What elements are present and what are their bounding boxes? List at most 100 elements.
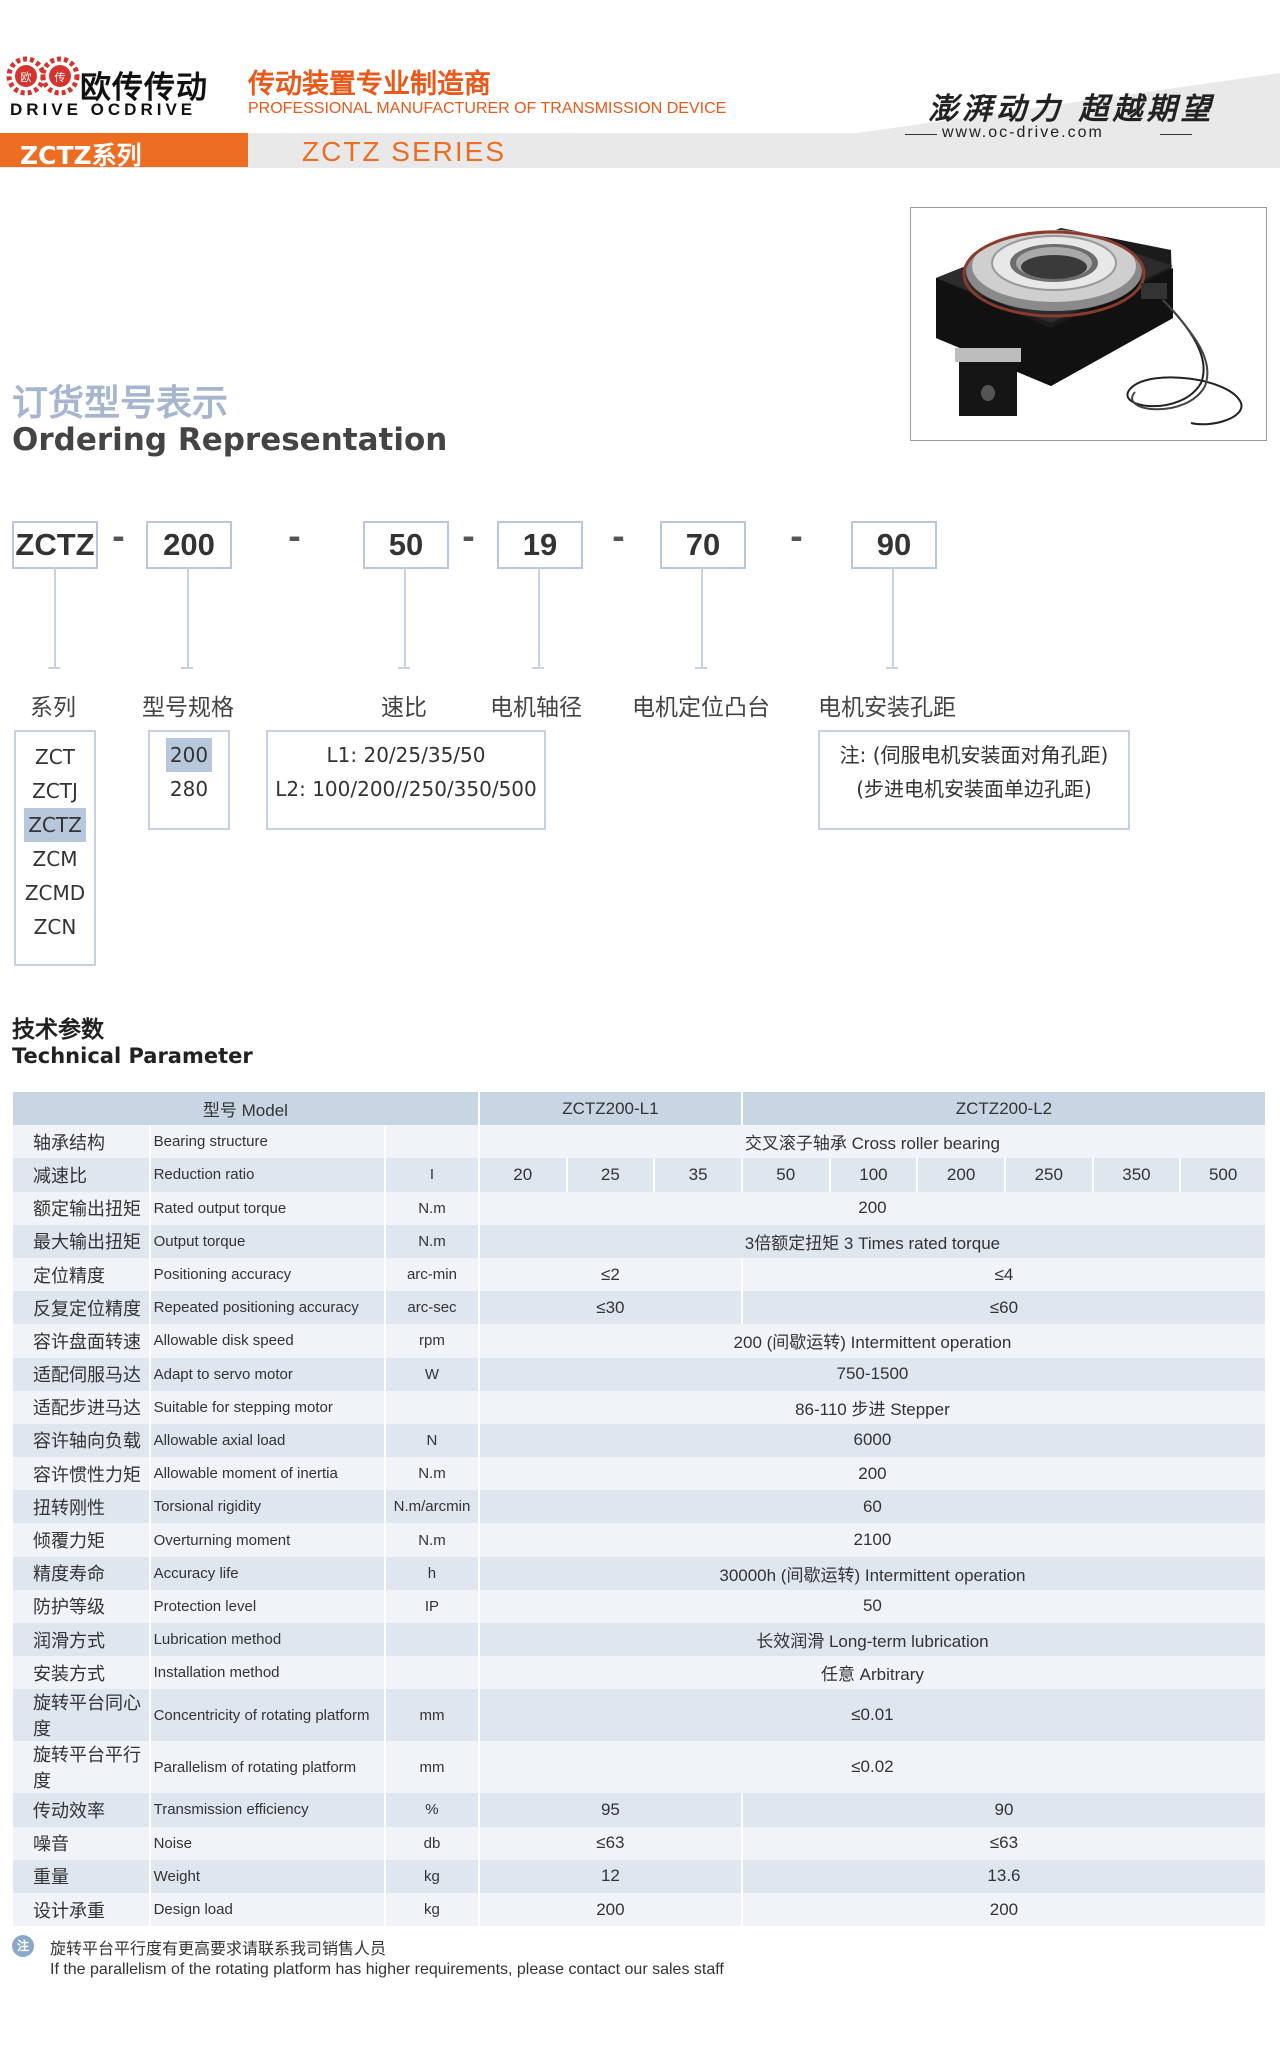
ratio-value: 500 (1180, 1158, 1267, 1192)
table-row: 定位精度 Positioning accuracy arc-min ≤2 ≤4 (13, 1257, 1268, 1292)
param-value: 3倍额定扭矩 3 Times rated torque (478, 1224, 1268, 1258)
param-name-en: Adapt to servo motor (149, 1357, 387, 1391)
param-name-en: Torsional rigidity (149, 1490, 387, 1524)
code-size: 200 (146, 521, 232, 569)
series-badge: ZCTZ系列 (0, 133, 248, 170)
param-value: 长效润滑 Long-term lubrication (478, 1623, 1268, 1657)
table-row: 润滑方式 Lubrication method 长效润滑 Long-term lub… (13, 1623, 1268, 1657)
table-row: 旋转平台平行度 Parallelism of rotating platform m… (13, 1741, 1268, 1794)
ratio-value: 20 (478, 1158, 568, 1192)
logo-mark-left: 欧 (21, 71, 32, 84)
code-dash: - (462, 520, 475, 556)
param-value-l2: 200 (741, 1892, 1268, 1927)
hole-note-box: 注: (伺服电机安装面对角孔距) (步进电机安装面单边孔距) (818, 730, 1130, 830)
param-unit: N.m (385, 1457, 480, 1491)
param-name-en: Allowable disk speed (149, 1324, 387, 1358)
table-row: 设计承重 Design load kg 200 200 (13, 1892, 1268, 1927)
series-option-selected: ZCTZ (24, 808, 86, 842)
code-holes: 90 (851, 521, 937, 569)
ratio-value: 350 (1092, 1158, 1182, 1192)
ratio-value: 35 (654, 1158, 743, 1192)
param-name-zh: 额定输出扭矩 (13, 1191, 151, 1225)
param-unit: I (385, 1158, 480, 1192)
code-dash: - (790, 520, 803, 556)
table-row: 传动效率 Transmission efficiency% 95 90 (13, 1793, 1268, 1827)
url-divider-left (905, 134, 937, 135)
param-name-zh: 旋转平台同心度 (13, 1689, 151, 1742)
param-name-en: Protection level (149, 1589, 387, 1623)
ratio-option-l1: L1: 20/25/35/50 (326, 743, 486, 767)
param-value-l2: 13.6 (741, 1859, 1268, 1893)
param-value: 30000h (间歇运转) Intermittent operation (478, 1556, 1268, 1590)
param-value-l2: ≤60 (741, 1291, 1268, 1325)
param-value: 交叉滚子轴承 Cross roller bearing (478, 1125, 1268, 1159)
param-name-en: Weight (149, 1859, 387, 1893)
model-l2-header: ZCTZ200-L2 (741, 1092, 1268, 1126)
code-flange: 70 (660, 521, 746, 569)
table-row: 容许轴向负载 Allowable axial load N 6000 (13, 1423, 1268, 1458)
param-name-en: Parallelism of rotating platform (149, 1741, 387, 1794)
connector-tick (398, 667, 410, 669)
table-row: 防护等级 Protection level IP 50 (13, 1589, 1268, 1623)
table-row: 倾覆力矩 Overturning moment N.m 2100 (13, 1523, 1268, 1557)
param-name-zh: 安装方式 (13, 1656, 151, 1690)
connector-tick (48, 667, 60, 669)
param-name-en: Reduction ratio (149, 1158, 387, 1192)
param-name-en: Transmission efficiency (149, 1793, 387, 1827)
connector-tick (181, 667, 193, 669)
param-value-l1: 200 (478, 1892, 743, 1927)
connector-line (701, 567, 703, 669)
param-value-l1: 95 (478, 1793, 743, 1827)
logo-mark-right: 传 (55, 71, 66, 84)
model-header: 型号 Model (13, 1092, 480, 1126)
connector-line (54, 567, 56, 669)
hole-note-servo: 注: (伺服电机安装面对角孔距) (839, 743, 1109, 767)
code-dash: - (112, 520, 125, 556)
ratio-value: 250 (1004, 1158, 1094, 1192)
param-unit: rpm (385, 1324, 480, 1358)
param-name-zh: 润滑方式 (13, 1623, 151, 1657)
param-name-en: Bearing structure (149, 1125, 387, 1159)
param-name-zh: 适配步进马达 (13, 1390, 151, 1424)
table-header-row: 型号 Model ZCTZ200-L1 ZCTZ200-L2 (13, 1092, 1268, 1126)
ordering-title-chinese: 订货型号表示 (12, 383, 229, 424)
param-value-l1: ≤30 (478, 1291, 743, 1325)
params-title-english: Technical Parameter (12, 1044, 253, 1068)
param-name-en: Positioning accuracy (149, 1257, 387, 1292)
param-value: 86-110 步进 Stepper (478, 1390, 1268, 1424)
param-name-en: Overturning moment (149, 1523, 387, 1557)
footnote-chinese: 旋转平台平行度有更高要求请联系我司销售人员 (50, 1939, 387, 1958)
code-shaft: 19 (497, 521, 583, 569)
param-unit (385, 1656, 480, 1690)
parameter-table: 型号 Model ZCTZ200-L1 ZCTZ200-L2 轴承结构 Beari… (13, 1092, 1268, 1927)
param-name-zh: 旋转平台平行度 (13, 1741, 151, 1794)
table-row: 精度寿命 Accuracy life h 30000h (间歇运转) Intermit… (13, 1556, 1268, 1590)
param-unit: N.m/arcmin (385, 1490, 480, 1524)
column-label-holes: 电机安装孔距 (818, 695, 956, 721)
column-label-series: 系列 (30, 695, 76, 721)
code-ratio: 50 (363, 521, 449, 569)
connector-tick (886, 667, 898, 669)
param-name-zh: 适配伺服马达 (13, 1357, 151, 1391)
column-label-ratio: 速比 (381, 695, 427, 721)
table-row: 额定输出扭矩 Rated output torque N.m 200 (13, 1191, 1268, 1225)
table-row: 容许惯性力矩 Allowable moment of inertia N.m 200 (13, 1457, 1268, 1491)
size-option-selected: 200 (165, 738, 213, 772)
param-name-en: Design load (149, 1892, 387, 1927)
param-unit: db (385, 1826, 480, 1860)
param-unit: N (385, 1423, 480, 1458)
param-name-zh: 传动效率 (13, 1793, 151, 1827)
column-label-shaft: 电机轴径 (490, 695, 582, 721)
param-name-zh: 倾覆力矩 (13, 1523, 151, 1557)
hole-note-stepper: (步进电机安装面单边孔距) (856, 777, 1092, 801)
param-name-en: Noise (149, 1826, 387, 1860)
param-unit (385, 1623, 480, 1657)
code-dash: - (288, 520, 301, 556)
param-name-zh: 轴承结构 (13, 1125, 151, 1159)
param-unit: kg (385, 1859, 480, 1893)
param-name-zh: 定位精度 (13, 1257, 151, 1292)
ratio-value: 50 (741, 1158, 831, 1192)
param-name-zh: 最大输出扭矩 (13, 1224, 151, 1258)
ratio-value: 25 (566, 1158, 656, 1192)
param-name-zh: 容许惯性力矩 (13, 1457, 151, 1491)
